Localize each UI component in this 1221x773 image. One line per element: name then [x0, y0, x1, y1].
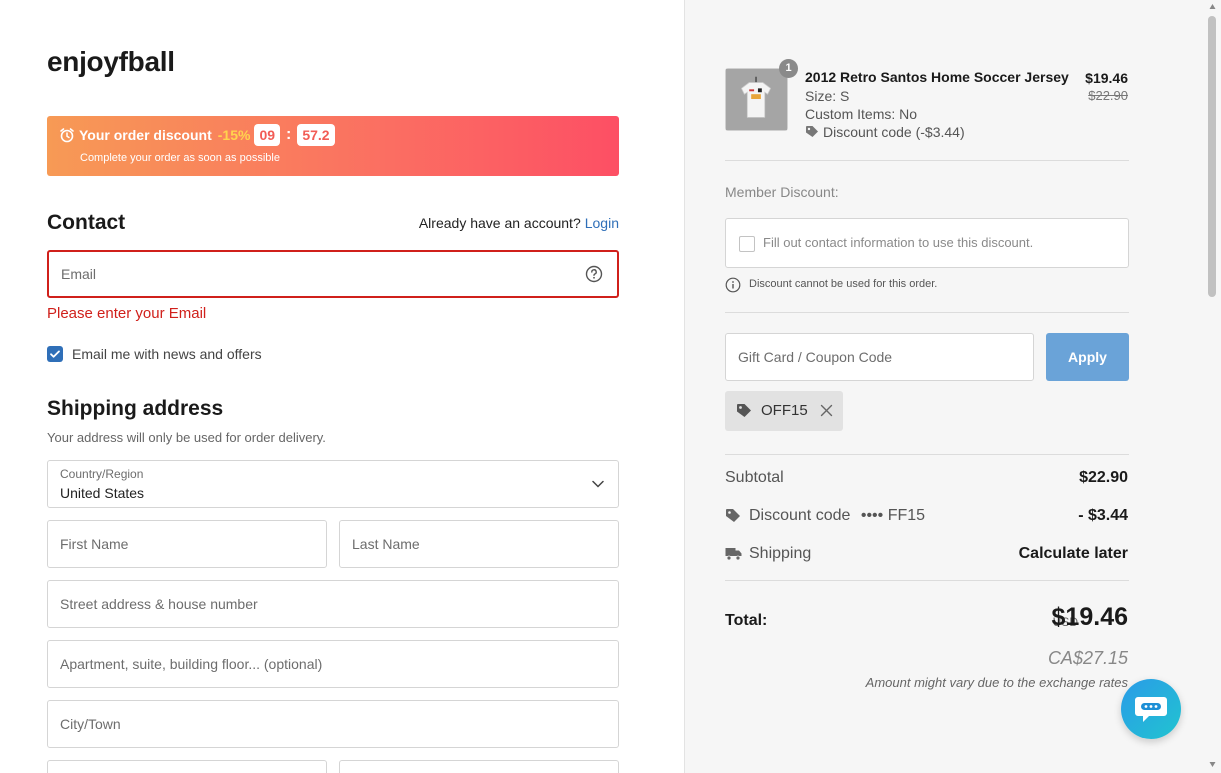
discount-timer-banner: Your order discount -15% 09 : 57.2 Compl… [47, 116, 619, 176]
apartment-placeholder: Apartment, suite, building floor... (opt… [60, 656, 323, 672]
total-label: Total: [725, 612, 768, 629]
divider [725, 312, 1129, 313]
coupon-placeholder: Gift Card / Coupon Code [738, 349, 893, 365]
order-summary-panel: 1 2012 Retro Santos Home Soccer Jersey S… [684, 0, 1221, 773]
newsletter-label: Email me with news and offers [72, 346, 262, 362]
street-address-field[interactable]: Street address & house number [47, 580, 619, 628]
discount-value: - $3.44 [1078, 507, 1128, 524]
last-name-placeholder: Last Name [352, 536, 420, 552]
shipping-value: Calculate later [1018, 545, 1128, 562]
email-error-message: Please enter your Email [47, 305, 207, 322]
subtotal-label: Subtotal [725, 469, 784, 486]
product-thumbnail [725, 68, 788, 131]
newsletter-checkbox[interactable] [47, 346, 63, 362]
state-field[interactable] [47, 760, 327, 773]
product-discount: Discount code (-$3.44) [805, 124, 965, 140]
store-logo[interactable]: enjoyfball [47, 46, 175, 78]
member-discount-checkbox[interactable] [739, 236, 755, 252]
applied-coupon-chip: OFF15 [725, 391, 843, 431]
chevron-down-icon [592, 480, 604, 488]
shipping-heading: Shipping address [47, 397, 224, 420]
subtotal-value: $22.90 [1079, 469, 1128, 486]
discount-code-label: Discount code •••• FF15 [749, 507, 925, 525]
exchange-rate-note: Amount might vary due to the exchange ra… [865, 675, 1128, 690]
zip-field[interactable] [339, 760, 619, 773]
shipping-subtitle: Your address will only be used for order… [47, 430, 326, 445]
email-placeholder: Email [61, 266, 97, 282]
banner-subtitle: Complete your order as soon as possible [80, 152, 280, 164]
scroll-down-arrow[interactable] [1209, 761, 1216, 768]
city-field[interactable]: City/Town [47, 700, 619, 748]
checkmark-icon [50, 350, 60, 358]
country-select[interactable]: Country/Region United States [47, 460, 619, 508]
product-size: Size: S [805, 88, 850, 104]
country-label: Country/Region [60, 467, 144, 481]
chat-support-button[interactable] [1121, 679, 1181, 739]
member-discount-label: Member Discount: [725, 184, 839, 200]
alarm-clock-icon [60, 128, 74, 143]
first-name-field[interactable]: First Name [47, 520, 327, 568]
total-converted: CA$27.15 [1047, 648, 1128, 668]
divider [725, 454, 1129, 455]
apply-coupon-button[interactable]: Apply [1046, 333, 1129, 381]
divider [725, 160, 1129, 161]
product-original-price: $22.90 [1088, 88, 1128, 103]
help-icon[interactable] [585, 265, 603, 283]
tag-icon [806, 126, 818, 137]
shipping-label: Shipping [749, 545, 812, 562]
member-discount-note: Discount cannot be used for this order. [749, 278, 938, 290]
remove-coupon-icon[interactable] [820, 404, 833, 417]
product-discount-text: Discount code (-$3.44) [823, 124, 965, 140]
apartment-field[interactable]: Apartment, suite, building floor... (opt… [47, 640, 619, 688]
chat-bubble-icon [1135, 697, 1167, 722]
tag-icon [726, 509, 740, 522]
jersey-image [726, 69, 787, 130]
member-discount-box[interactable]: Fill out contact information to use this… [725, 218, 1129, 268]
discount-code-text: Discount code [749, 507, 851, 524]
applied-coupon-code: OFF15 [761, 402, 808, 419]
checkout-form-panel: enjoyfball Your order discount -15% 09 :… [0, 0, 684, 773]
scroll-up-arrow[interactable] [1209, 3, 1216, 10]
item-quantity-badge: 1 [779, 59, 798, 78]
product-price: $19.46 [1085, 70, 1128, 86]
have-account-text: Already have an account? [418, 215, 581, 231]
info-icon [725, 277, 741, 293]
first-name-placeholder: First Name [60, 536, 129, 552]
product-name: 2012 Retro Santos Home Soccer Jersey [805, 69, 1069, 85]
coupon-code-input[interactable]: Gift Card / Coupon Code [725, 333, 1034, 381]
contact-heading: Contact [47, 211, 126, 234]
last-name-field[interactable]: Last Name [339, 520, 619, 568]
truck-icon [725, 548, 742, 561]
page-scrollbar[interactable] [1208, 16, 1216, 297]
product-custom-items: Custom Items: No [805, 106, 918, 122]
timer-colon: : [286, 126, 292, 143]
login-link[interactable]: Login [585, 215, 619, 231]
login-prompt: Already have an account? Login [419, 215, 619, 231]
total-value: $19.46 [1051, 603, 1128, 631]
banner-percent: -15% [217, 127, 251, 143]
country-value: United States [60, 485, 145, 501]
timer-minutes: 09 [254, 124, 281, 146]
street-placeholder: Street address & house number [60, 596, 258, 612]
city-placeholder: City/Town [60, 716, 121, 732]
banner-title: Your order discount [79, 127, 212, 143]
discount-code-masked: •••• FF15 [860, 507, 926, 524]
timer-seconds: 57.2 [297, 124, 335, 146]
email-field[interactable]: Email [47, 250, 619, 298]
tag-icon [737, 404, 751, 417]
member-discount-text: Fill out contact information to use this… [763, 235, 1034, 250]
divider [725, 580, 1129, 581]
